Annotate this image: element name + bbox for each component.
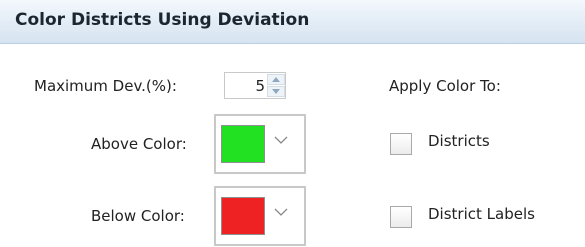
district-labels-checkbox[interactable]	[390, 206, 412, 228]
max-deviation-value[interactable]: 5	[225, 77, 265, 95]
apply-color-to-label: Apply Color To:	[389, 77, 501, 95]
below-color-label: Below Color:	[91, 207, 185, 225]
spin-up-button[interactable]	[267, 74, 285, 85]
max-deviation-spinner[interactable]: 5	[224, 72, 286, 99]
above-color-picker[interactable]	[214, 114, 306, 174]
spin-down-button[interactable]	[267, 86, 285, 97]
below-color-swatch	[221, 197, 265, 235]
max-deviation-label: Maximum Dev.(%):	[34, 77, 177, 95]
arrow-up-icon	[272, 77, 280, 82]
arrow-down-icon	[272, 89, 280, 94]
below-color-picker[interactable]	[214, 186, 306, 246]
districts-checkbox[interactable]	[390, 133, 412, 155]
chevron-down-icon	[274, 136, 288, 144]
above-color-label: Above Color:	[91, 135, 187, 153]
districts-checkbox-label: Districts	[428, 132, 490, 150]
panel-title: Color Districts Using Deviation	[15, 10, 310, 30]
above-color-swatch	[221, 125, 265, 163]
district-labels-checkbox-label: District Labels	[428, 205, 535, 223]
chevron-down-icon	[274, 208, 288, 216]
panel-header: Color Districts Using Deviation	[0, 0, 585, 44]
